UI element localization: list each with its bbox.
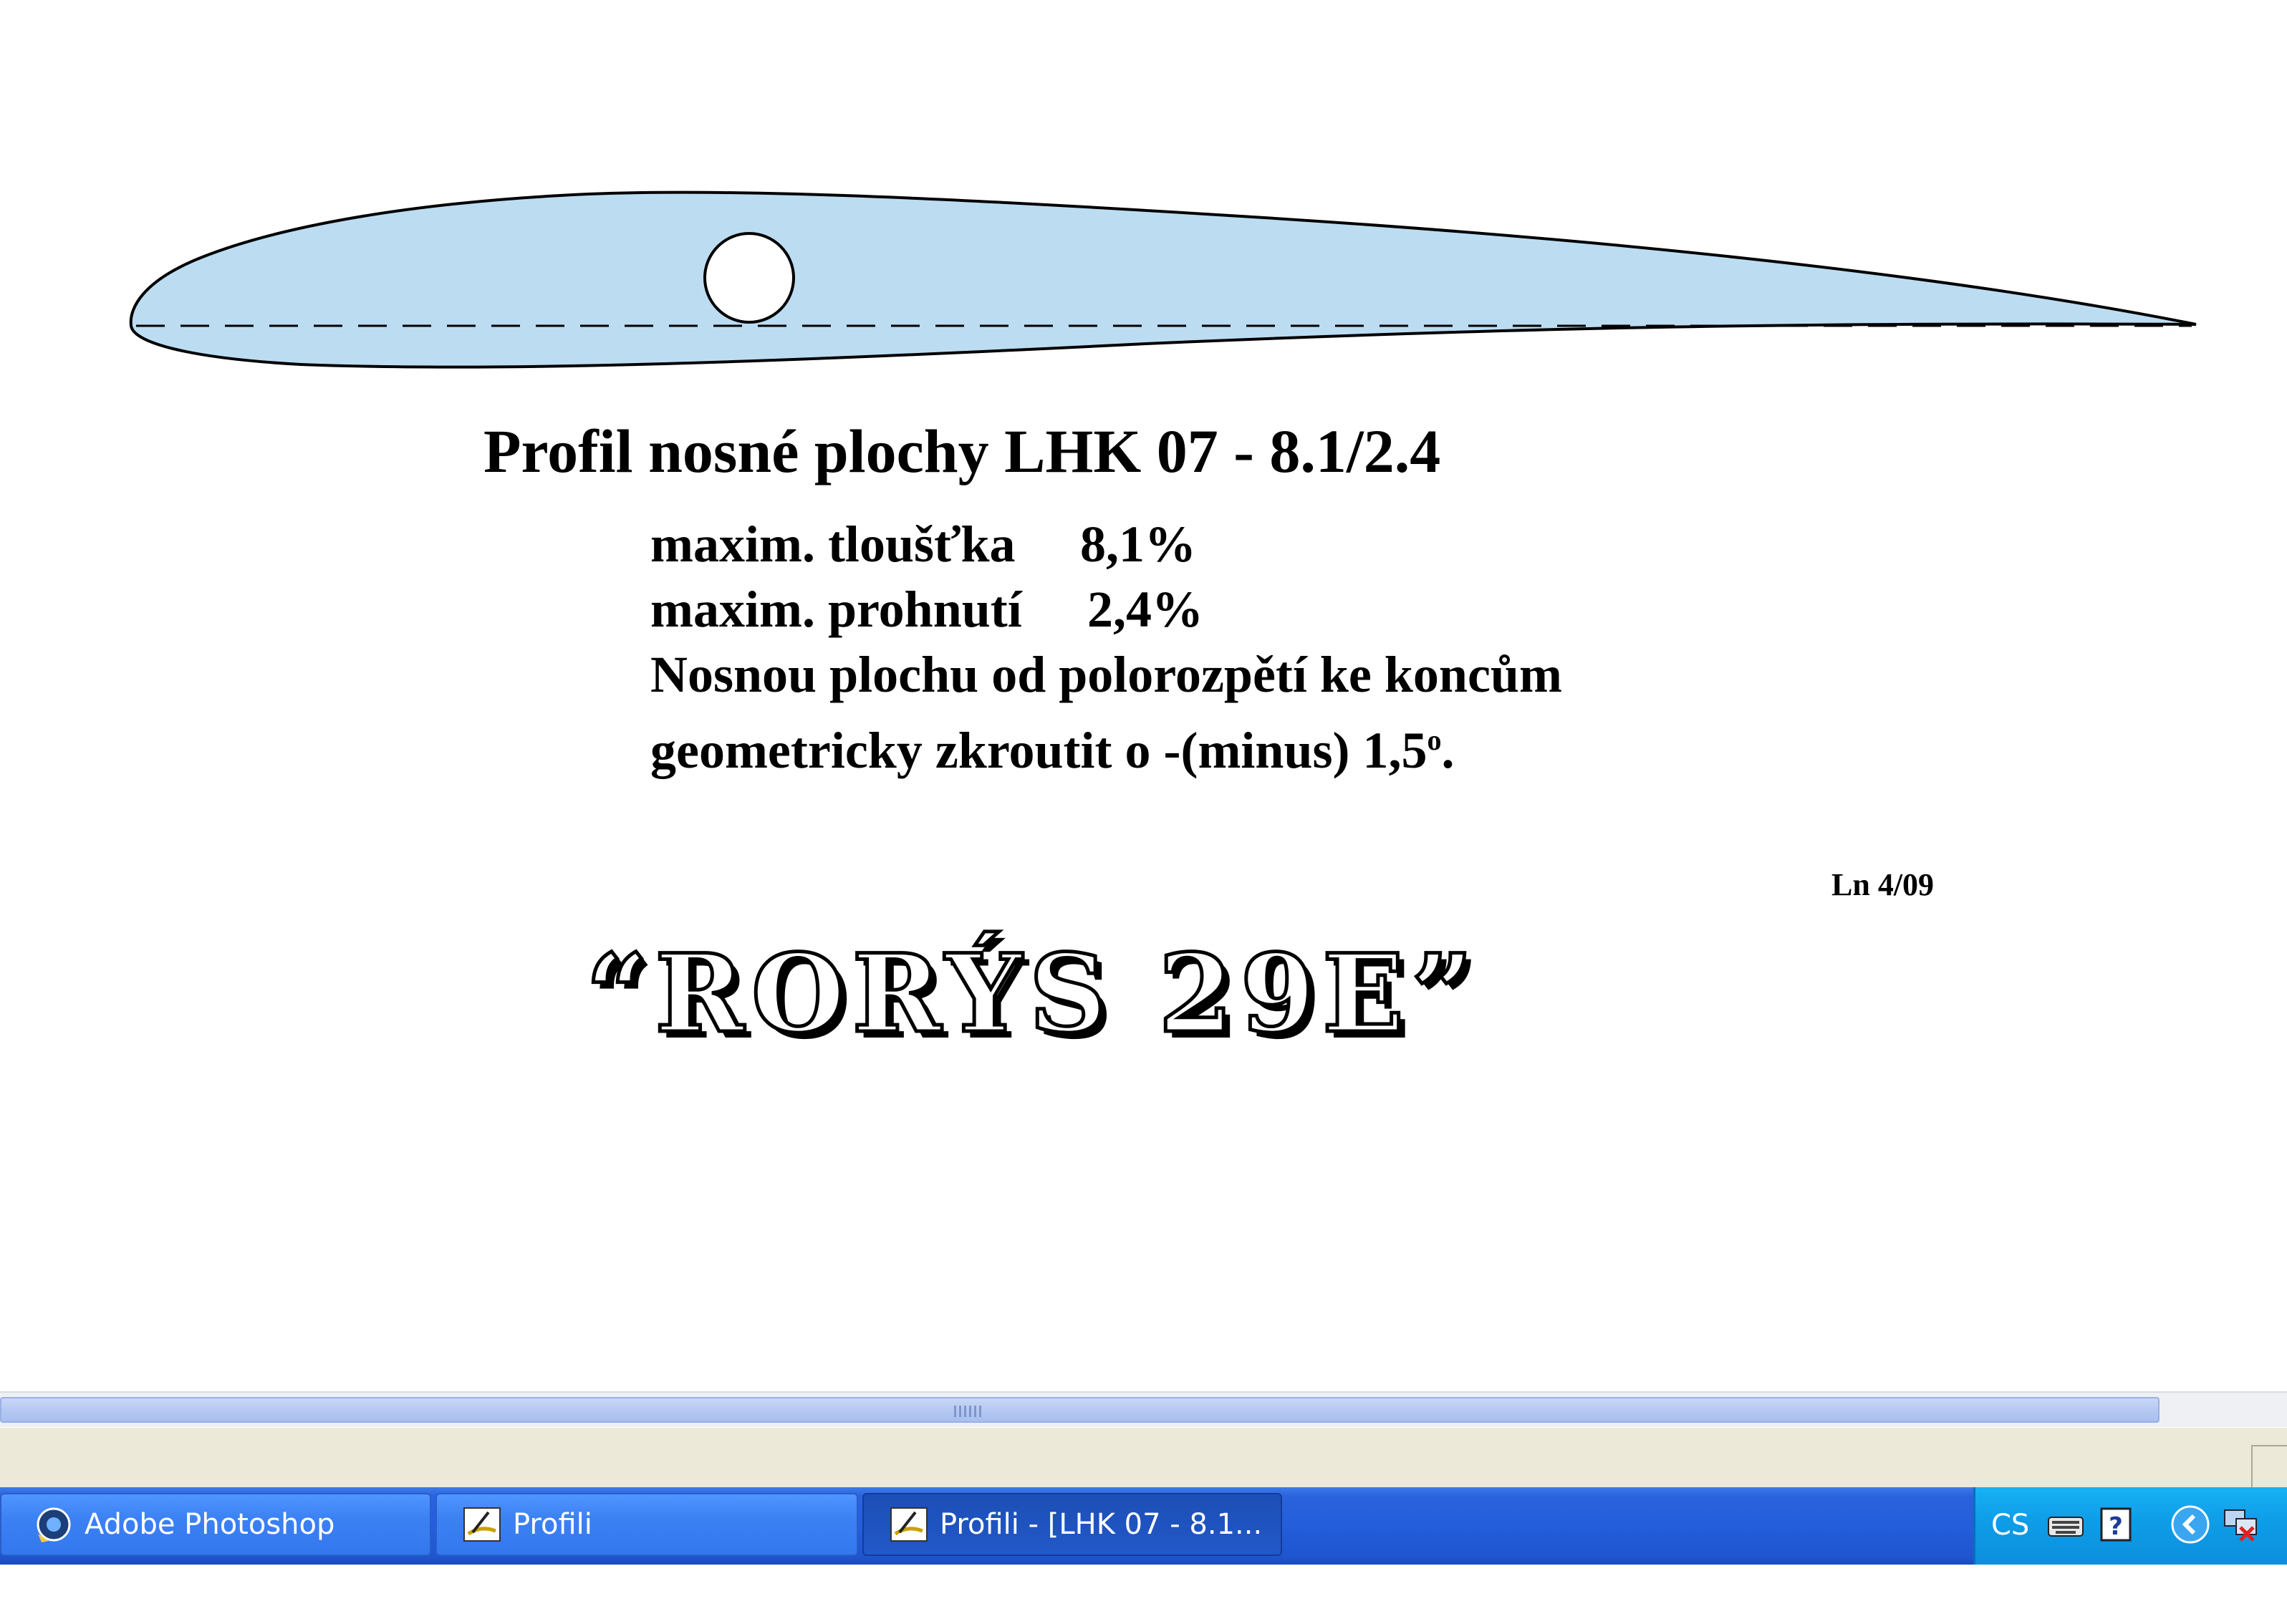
profile-title: Profil nosné plochy LHK 07 - 8.1/2.4 xyxy=(483,417,1441,485)
taskbar-button-label: Profili - [LHK 07 - 8.1... xyxy=(940,1508,1263,1541)
spec-twist-line-1: Nosnou plochu od polorozpětí ke koncům xyxy=(650,646,1562,703)
author-date: Ln 4/09 xyxy=(1831,867,1935,902)
airfoil-profile-drawing xyxy=(129,190,2197,369)
airfoil-shape xyxy=(129,190,2197,369)
taskbar-button-profili-document[interactable]: Profili - [LHK 07 - 8.1... xyxy=(862,1493,1282,1556)
profile-specifications: maxim. tloušťka 8,1% maxim. prohnutí 2,4% … xyxy=(650,512,1562,783)
spec-camber-label: maxim. prohnutí xyxy=(650,581,1022,638)
taskbar-button-photoshop[interactable]: Adobe Photoshop xyxy=(0,1493,431,1556)
spec-thickness: maxim. tloušťka 8,1% xyxy=(650,512,1562,577)
spar-hole xyxy=(703,232,795,324)
help-icon[interactable]: ? xyxy=(2097,1506,2134,1543)
taskbar-button-label: Adobe Photoshop xyxy=(85,1508,335,1541)
profili-app-icon xyxy=(890,1505,928,1544)
document-canvas: Profil nosné plochy LHK 07 - 8.1/2.4 max… xyxy=(0,0,2287,1393)
photoshop-icon xyxy=(34,1505,73,1544)
scrollbar-thumb[interactable] xyxy=(0,1397,2160,1423)
status-bar xyxy=(0,1427,2287,1488)
model-name: “RORÝS 29E” xyxy=(584,929,1480,1059)
spec-camber-value: 2,4% xyxy=(1087,581,1203,638)
keyboard-icon[interactable] xyxy=(2047,1506,2084,1543)
taskbar-button-label: Profili xyxy=(513,1508,592,1541)
spec-thickness-value: 8,1% xyxy=(1080,516,1196,573)
network-disconnected-icon[interactable] xyxy=(2222,1506,2259,1543)
show-hidden-icons-chevron[interactable] xyxy=(2170,1504,2210,1545)
spec-thickness-label: maxim. tloušťka xyxy=(650,516,1016,573)
language-indicator[interactable]: CS xyxy=(1991,1509,2029,1542)
degree-mark: o xyxy=(1427,724,1442,756)
taskbar-button-profili[interactable]: Profili xyxy=(435,1493,858,1556)
spec-twist-period: . xyxy=(1441,722,1455,779)
resize-grip-icon[interactable] xyxy=(2251,1445,2287,1488)
page-margin xyxy=(0,1565,2287,1624)
system-tray: CS ? xyxy=(1973,1487,2287,1565)
spec-twist-text: geometricky zkroutit o -(minus) 1,5 xyxy=(650,722,1427,779)
profili-app-icon xyxy=(463,1505,501,1544)
spec-camber: maxim. prohnutí 2,4% xyxy=(650,577,1562,642)
horizontal-scrollbar[interactable] xyxy=(0,1391,2287,1429)
taskbar: Adobe Photoshop Profili Profili - [LHK 0… xyxy=(0,1487,2287,1565)
scrollbar-grip-icon xyxy=(954,1406,983,1417)
svg-text:?: ? xyxy=(2109,1512,2123,1541)
spec-twist-line-2: geometricky zkroutit o -(minus) 1,5o. xyxy=(650,707,1562,783)
